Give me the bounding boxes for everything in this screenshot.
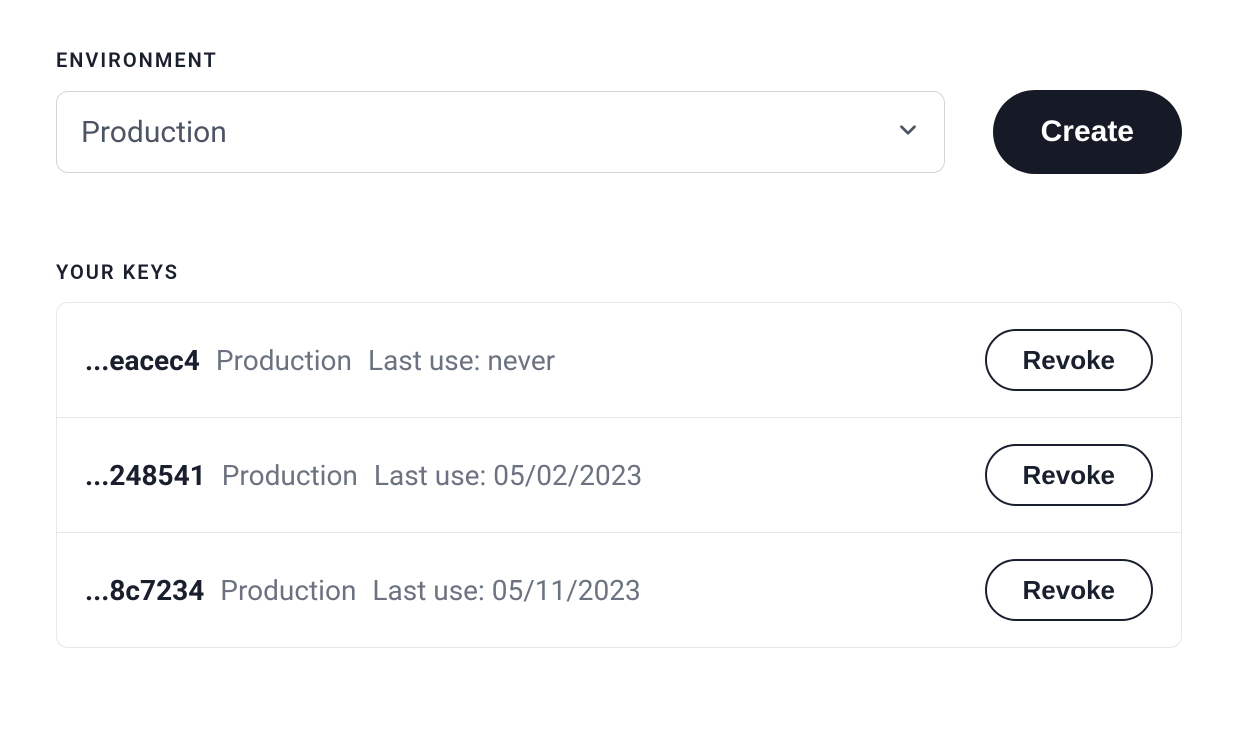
environment-select[interactable]: Production (56, 91, 945, 173)
environment-section: ENVIRONMENT Production Create (56, 48, 1182, 174)
keys-list: ...eacec4 Production Last use: never Rev… (56, 302, 1182, 648)
key-id: ...248541 (85, 459, 206, 492)
key-row: ...eacec4 Production Last use: never Rev… (57, 303, 1181, 418)
environment-select-wrap: Production (56, 91, 945, 173)
key-last-use: Last use: 05/11/2023 (372, 574, 640, 607)
create-button[interactable]: Create (993, 90, 1182, 174)
environment-selected-value: Production (81, 115, 227, 150)
key-info: ...248541 Production Last use: 05/02/202… (85, 459, 985, 492)
key-info: ...8c7234 Production Last use: 05/11/202… (85, 574, 985, 607)
key-last-use: Last use: never (368, 344, 555, 377)
key-row: ...8c7234 Production Last use: 05/11/202… (57, 533, 1181, 647)
keys-label: YOUR KEYS (56, 260, 1182, 284)
key-environment: Production (216, 344, 352, 377)
key-environment: Production (222, 459, 358, 492)
keys-section: YOUR KEYS ...eacec4 Production Last use:… (56, 260, 1182, 648)
revoke-button[interactable]: Revoke (985, 444, 1154, 506)
key-last-use: Last use: 05/02/2023 (374, 459, 642, 492)
revoke-button[interactable]: Revoke (985, 559, 1154, 621)
revoke-button[interactable]: Revoke (985, 329, 1154, 391)
environment-row: Production Create (56, 90, 1182, 174)
key-id: ...8c7234 (85, 574, 204, 607)
environment-label: ENVIRONMENT (56, 48, 1182, 72)
key-row: ...248541 Production Last use: 05/02/202… (57, 418, 1181, 533)
key-id: ...eacec4 (85, 344, 200, 377)
key-environment: Production (220, 574, 356, 607)
key-info: ...eacec4 Production Last use: never (85, 344, 985, 377)
